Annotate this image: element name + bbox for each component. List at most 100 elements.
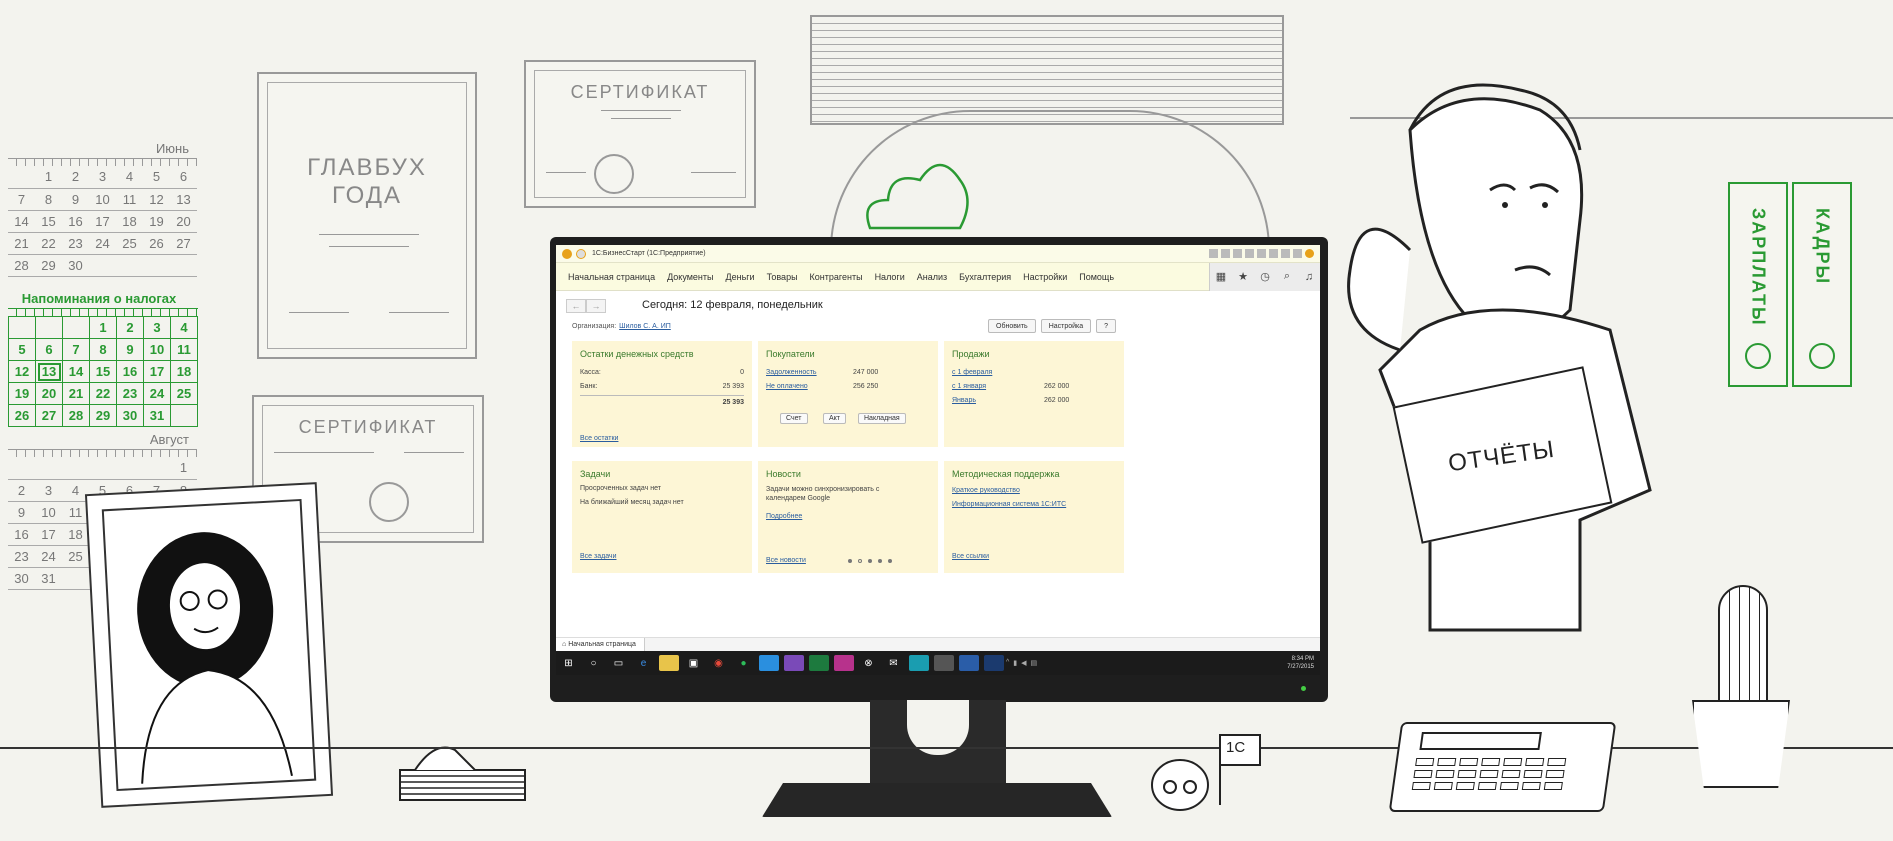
refresh-button[interactable]: Обновить bbox=[988, 319, 1036, 333]
store-icon[interactable]: ▣ bbox=[684, 655, 704, 671]
menu-item[interactable]: Начальная страница bbox=[568, 272, 655, 282]
calendar-day: 16 bbox=[116, 360, 144, 383]
calendar-day: 27 bbox=[170, 232, 197, 255]
chrome-icon[interactable]: ◉ bbox=[709, 655, 729, 671]
window-blinds bbox=[810, 15, 1284, 125]
start-icon[interactable]: ⊞ bbox=[559, 655, 579, 671]
history-icon[interactable]: ◷ bbox=[1254, 263, 1276, 291]
help-button[interactable]: ? bbox=[1096, 319, 1117, 333]
tray-volume-icon[interactable]: ◀ bbox=[1021, 659, 1026, 667]
binder-payroll: ЗАРПЛАТЫ bbox=[1728, 182, 1788, 387]
menu-item[interactable]: Товары bbox=[767, 272, 798, 282]
act-button[interactable]: Акт bbox=[823, 413, 847, 424]
bell-icon[interactable]: ♫ bbox=[1298, 263, 1320, 291]
tab-home-page[interactable]: ⌂ Начальная страница bbox=[556, 637, 645, 652]
menu-item[interactable]: Анализ bbox=[917, 272, 947, 282]
app-icon[interactable] bbox=[758, 655, 779, 671]
mail-icon[interactable]: ✉ bbox=[884, 655, 904, 671]
tool-icon[interactable] bbox=[1293, 249, 1302, 258]
tray-message-icon[interactable]: ▤ bbox=[1031, 659, 1038, 667]
notepad-stack-illustration bbox=[399, 746, 526, 801]
all-tasks-link[interactable]: Все задачи bbox=[580, 553, 617, 560]
forward-arrow-icon[interactable]: → bbox=[586, 299, 606, 313]
search-icon[interactable]: ⌕ bbox=[1276, 263, 1298, 291]
all-links-link[interactable]: Все ссылки bbox=[952, 553, 989, 560]
calendar-day: 27 bbox=[35, 404, 63, 427]
calendar-day: 31 bbox=[35, 567, 62, 590]
tool-icon[interactable] bbox=[1281, 249, 1290, 258]
calendar-day: 12 bbox=[8, 360, 36, 383]
search-icon[interactable]: ○ bbox=[584, 655, 604, 671]
back-arrow-icon[interactable]: ← bbox=[566, 299, 586, 313]
star-icon[interactable]: ★ bbox=[1232, 263, 1254, 291]
calendar-day: 22 bbox=[89, 382, 117, 405]
quick-guide-link[interactable]: Краткое руководство bbox=[952, 487, 1020, 494]
excel-icon[interactable] bbox=[808, 655, 829, 671]
sales-january-link[interactable]: Январь bbox=[952, 397, 976, 404]
calendar-day bbox=[89, 457, 116, 480]
settings-button[interactable]: Настройка bbox=[1040, 319, 1092, 333]
menu-item[interactable]: Налоги bbox=[875, 272, 905, 282]
title-bar: 1С:БизнесСтарт (1С:Предприятие) bbox=[556, 245, 1320, 263]
system-clock[interactable]: 8:34 PM 7/27/2015 bbox=[1287, 655, 1320, 671]
calendar-day bbox=[89, 254, 116, 277]
panel-title: Задачи bbox=[580, 469, 611, 479]
calendar-day: 30 bbox=[62, 254, 89, 277]
grid-icon[interactable]: ▦ bbox=[1210, 263, 1232, 291]
menu-item[interactable]: Бухгалтерия bbox=[959, 272, 1011, 282]
waybill-button[interactable]: Накладная bbox=[858, 413, 906, 424]
tool-icon[interactable] bbox=[1221, 249, 1230, 258]
menu-item[interactable]: Документы bbox=[667, 272, 713, 282]
menu-item[interactable]: Деньги bbox=[726, 272, 755, 282]
explorer-icon[interactable] bbox=[658, 655, 679, 671]
onenote-icon[interactable] bbox=[833, 655, 854, 671]
calendar-day: 1 bbox=[170, 457, 197, 480]
sales-jan-link[interactable]: с 1 января bbox=[952, 383, 986, 390]
organization-link[interactable]: Шилов С. А. ИП bbox=[619, 323, 671, 330]
all-balances-link[interactable]: Все остатки bbox=[580, 435, 618, 442]
photoshop-icon[interactable] bbox=[983, 655, 1004, 671]
menu-item[interactable]: Помощь bbox=[1079, 272, 1114, 282]
edge-icon[interactable]: e bbox=[634, 655, 654, 671]
calendar-day bbox=[62, 457, 89, 480]
menubar-tools: ▦ ★ ◷ ⌕ ♫ bbox=[1209, 262, 1320, 291]
menu-item[interactable]: Настройки bbox=[1023, 272, 1067, 282]
all-news-link[interactable]: Все новости bbox=[766, 557, 806, 564]
tool-icon[interactable] bbox=[1269, 249, 1278, 258]
sales-feb-link[interactable]: с 1 февраля bbox=[952, 369, 992, 376]
menu-icon[interactable] bbox=[576, 248, 586, 259]
info-icon[interactable] bbox=[1305, 249, 1314, 258]
app-icon[interactable] bbox=[783, 655, 804, 671]
calendar-day: 11 bbox=[170, 338, 198, 361]
tray-chevron-icon[interactable]: ^ bbox=[1006, 659, 1009, 667]
tool-icon[interactable] bbox=[1209, 249, 1218, 258]
tool-icon[interactable] bbox=[1257, 249, 1266, 258]
calendar-day: 29 bbox=[35, 254, 62, 277]
calendar-day: 28 bbox=[62, 404, 90, 427]
calendar-day: 19 bbox=[8, 382, 36, 405]
invoice-button[interactable]: Счет bbox=[780, 413, 808, 424]
calendar-day: 4 bbox=[116, 166, 143, 189]
news-carousel-dots[interactable] bbox=[848, 559, 892, 563]
task-view-icon[interactable]: ▭ bbox=[609, 655, 629, 671]
word-icon[interactable] bbox=[958, 655, 979, 671]
tool-icon[interactable] bbox=[1245, 249, 1254, 258]
calendar-day: 18 bbox=[116, 210, 143, 233]
app-icon[interactable] bbox=[933, 655, 954, 671]
award-title: ГЛАВБУХ ГОДА bbox=[307, 154, 427, 209]
xbox-icon[interactable]: ⊗ bbox=[859, 655, 879, 671]
its-link[interactable]: Информационная система 1С:ИТС bbox=[952, 501, 1066, 508]
spotify-icon[interactable]: ● bbox=[734, 655, 754, 671]
calendar-day: 15 bbox=[89, 360, 117, 383]
tool-icon[interactable] bbox=[1233, 249, 1242, 258]
calendar-day: 5 bbox=[8, 338, 36, 361]
app-icon[interactable] bbox=[908, 655, 929, 671]
menu-item[interactable]: Контрагенты bbox=[810, 272, 863, 282]
unpaid-link[interactable]: Не оплачено bbox=[766, 383, 808, 390]
panel-title: Новости bbox=[766, 469, 801, 479]
calculator-display bbox=[1419, 732, 1542, 750]
news-more-link[interactable]: Подробнее bbox=[766, 513, 802, 520]
debt-link[interactable]: Задолженность bbox=[766, 369, 817, 376]
calendar-day: 3 bbox=[89, 166, 116, 189]
tray-network-icon[interactable]: ▮ bbox=[1013, 659, 1017, 667]
